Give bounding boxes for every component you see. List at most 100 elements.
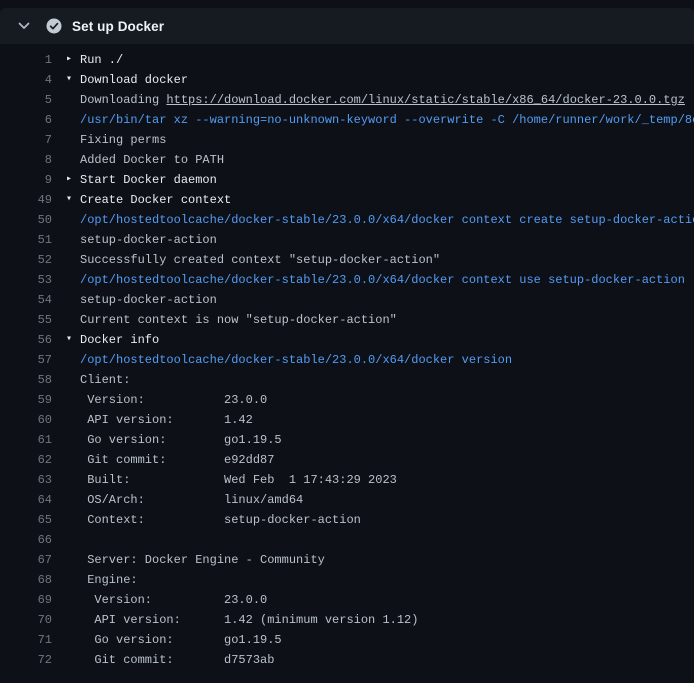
- log-line[interactable]: 59 Version: 23.0.0: [0, 390, 694, 410]
- group-toggle-icon[interactable]: ▾: [66, 190, 80, 210]
- group-toggle-icon: [66, 250, 80, 270]
- line-number[interactable]: 58: [0, 370, 52, 390]
- log-line[interactable]: 60 API version: 1.42: [0, 410, 694, 430]
- line-number[interactable]: 9: [0, 170, 52, 190]
- log-text: Start Docker daemon: [80, 170, 694, 190]
- log-text: Server: Docker Engine - Community: [80, 550, 694, 570]
- group-toggle-icon: [66, 450, 80, 470]
- log-line[interactable]: 51 setup-docker-action: [0, 230, 694, 250]
- line-number[interactable]: 50: [0, 210, 52, 230]
- log-text: setup-docker-action: [80, 290, 694, 310]
- check-circle-icon: [46, 18, 62, 34]
- group-toggle-icon: [66, 130, 80, 150]
- group-toggle-icon: [66, 370, 80, 390]
- log-line[interactable]: 69 Version: 23.0.0: [0, 590, 694, 610]
- line-number[interactable]: 61: [0, 430, 52, 450]
- line-number[interactable]: 54: [0, 290, 52, 310]
- group-toggle-icon: [66, 230, 80, 250]
- line-number[interactable]: 8: [0, 150, 52, 170]
- log-line[interactable]: 70 API version: 1.42 (minimum version 1.…: [0, 610, 694, 630]
- group-toggle-icon[interactable]: ▾: [66, 70, 80, 90]
- group-toggle-icon: [66, 390, 80, 410]
- log-line[interactable]: 61 Go version: go1.19.5: [0, 430, 694, 450]
- group-toggle-icon: [66, 650, 80, 670]
- log-text: Download docker: [80, 70, 694, 90]
- log-line[interactable]: 63 Built: Wed Feb 1 17:43:29 2023: [0, 470, 694, 490]
- log-line[interactable]: 54 setup-docker-action: [0, 290, 694, 310]
- log-url-link[interactable]: https://download.docker.com/linux/static…: [166, 93, 684, 107]
- line-number[interactable]: 59: [0, 390, 52, 410]
- line-number[interactable]: 1: [0, 50, 52, 70]
- line-number[interactable]: 55: [0, 310, 52, 330]
- log-line[interactable]: 1 ▸ Run ./: [0, 50, 694, 70]
- line-number[interactable]: 72: [0, 650, 52, 670]
- line-number[interactable]: 70: [0, 610, 52, 630]
- log-line[interactable]: 62 Git commit: e92dd87: [0, 450, 694, 470]
- group-toggle-icon: [66, 310, 80, 330]
- log-line[interactable]: 52 Successfully created context "setup-d…: [0, 250, 694, 270]
- line-number[interactable]: 56: [0, 330, 52, 350]
- group-toggle-icon: [66, 550, 80, 570]
- log-line[interactable]: 65 Context: setup-docker-action: [0, 510, 694, 530]
- log-text: Go version: go1.19.5: [80, 430, 694, 450]
- line-number[interactable]: 62: [0, 450, 52, 470]
- group-toggle-icon: [66, 90, 80, 110]
- line-number[interactable]: 49: [0, 190, 52, 210]
- log-line[interactable]: 58 Client:: [0, 370, 694, 390]
- log-line[interactable]: 4 ▾ Download docker: [0, 70, 694, 90]
- log-container[interactable]: 1 ▸ Run ./ 4 ▾ Download docker 5 Downloa…: [0, 44, 694, 677]
- line-number[interactable]: 69: [0, 590, 52, 610]
- group-toggle-icon[interactable]: ▸: [66, 50, 80, 70]
- line-number[interactable]: 66: [0, 530, 52, 550]
- log-line[interactable]: 8 Added Docker to PATH: [0, 150, 694, 170]
- line-number[interactable]: 57: [0, 350, 52, 370]
- log-line[interactable]: 66: [0, 530, 694, 550]
- line-number[interactable]: 64: [0, 490, 52, 510]
- line-number[interactable]: 65: [0, 510, 52, 530]
- line-number[interactable]: 60: [0, 410, 52, 430]
- group-toggle-icon: [66, 410, 80, 430]
- group-toggle-icon: [66, 150, 80, 170]
- log-line[interactable]: 9 ▸ Start Docker daemon: [0, 170, 694, 190]
- log-line[interactable]: 71 Go version: go1.19.5: [0, 630, 694, 650]
- log-line[interactable]: 50 /opt/hostedtoolcache/docker-stable/23…: [0, 210, 694, 230]
- chevron-down-icon[interactable]: [16, 18, 32, 34]
- log-line[interactable]: 7 Fixing perms: [0, 130, 694, 150]
- group-toggle-icon[interactable]: ▾: [66, 330, 80, 350]
- log-line[interactable]: 72 Git commit: d7573ab: [0, 650, 694, 670]
- log-text: Version: 23.0.0: [80, 590, 694, 610]
- line-number[interactable]: 67: [0, 550, 52, 570]
- line-number[interactable]: 4: [0, 70, 52, 90]
- line-number[interactable]: 5: [0, 90, 52, 110]
- line-number[interactable]: 7: [0, 130, 52, 150]
- log-line[interactable]: 64 OS/Arch: linux/amd64: [0, 490, 694, 510]
- log-text: OS/Arch: linux/amd64: [80, 490, 694, 510]
- line-number[interactable]: 53: [0, 270, 52, 290]
- log-text: Current context is now "setup-docker-act…: [80, 310, 694, 330]
- log-line[interactable]: 56 ▾ Docker info: [0, 330, 694, 350]
- log-line[interactable]: 53 /opt/hostedtoolcache/docker-stable/23…: [0, 270, 694, 290]
- log-line[interactable]: 67 Server: Docker Engine - Community: [0, 550, 694, 570]
- log-line[interactable]: 55 Current context is now "setup-docker-…: [0, 310, 694, 330]
- line-number[interactable]: 63: [0, 470, 52, 490]
- log-line[interactable]: 57 /opt/hostedtoolcache/docker-stable/23…: [0, 350, 694, 370]
- group-toggle-icon[interactable]: ▸: [66, 170, 80, 190]
- line-number[interactable]: 71: [0, 630, 52, 650]
- log-text: Fixing perms: [80, 130, 694, 150]
- step-header[interactable]: Set up Docker: [0, 8, 694, 44]
- line-number[interactable]: 51: [0, 230, 52, 250]
- group-toggle-icon: [66, 470, 80, 490]
- log-line[interactable]: 5 Downloading https://download.docker.co…: [0, 90, 694, 110]
- line-number[interactable]: 68: [0, 570, 52, 590]
- group-toggle-icon: [66, 110, 80, 130]
- group-toggle-icon: [66, 610, 80, 630]
- group-toggle-icon: [66, 590, 80, 610]
- line-number[interactable]: 6: [0, 110, 52, 130]
- line-number[interactable]: 52: [0, 250, 52, 270]
- group-toggle-icon: [66, 510, 80, 530]
- log-text: Go version: go1.19.5: [80, 630, 694, 650]
- log-line[interactable]: 6 /usr/bin/tar xz --warning=no-unknown-k…: [0, 110, 694, 130]
- log-line[interactable]: 68 Engine:: [0, 570, 694, 590]
- log-line[interactable]: 49 ▾ Create Docker context: [0, 190, 694, 210]
- group-toggle-icon: [66, 270, 80, 290]
